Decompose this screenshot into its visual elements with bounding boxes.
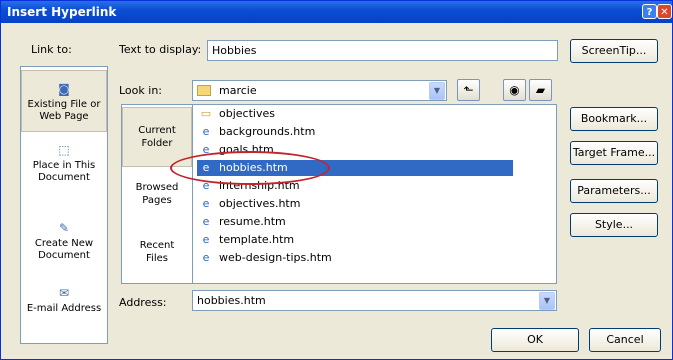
file-name: internship.htm	[219, 179, 300, 192]
parameters-button[interactable]: Parameters...	[570, 179, 658, 203]
look-in-value: marcie	[219, 84, 257, 97]
file-view-tabs: Current Folder Browsed Pages Recent File…	[121, 104, 192, 284]
folder-icon	[197, 85, 211, 96]
link-email-address-button[interactable]: ✉ E-mail Address	[21, 285, 107, 333]
link-email-address-label: E-mail Address	[26, 303, 102, 314]
look-in-label: Look in:	[119, 84, 162, 97]
htm-file-icon: e	[202, 161, 210, 174]
link-to-label: Link to:	[31, 43, 72, 56]
screentip-button[interactable]: ScreenTip...	[570, 39, 658, 63]
link-existing-file-button[interactable]: ◙ Existing File or Web Page	[21, 70, 107, 132]
title-bar: Insert Hyperlink ? ✕	[1, 1, 672, 23]
open-folder-icon: ▰	[535, 83, 546, 97]
file-name: backgrounds.htm	[219, 125, 316, 138]
list-item[interactable]: e web-design-tips.htm	[197, 250, 338, 266]
window-title: Insert Hyperlink	[7, 5, 117, 19]
ok-button[interactable]: OK	[491, 328, 579, 352]
browse-web-button[interactable]: ◉	[503, 79, 526, 101]
file-list: ▭ objectives e backgrounds.htm e goals.h…	[192, 104, 557, 284]
address-input[interactable]: hobbies.htm ▼	[192, 290, 557, 311]
tab-recent-files[interactable]: Recent Files	[122, 235, 192, 271]
document-place-icon: ⬚	[58, 143, 70, 157]
help-button[interactable]: ?	[642, 4, 657, 19]
up-folder-button[interactable]: ⬑	[457, 79, 480, 101]
up-folder-icon: ⬑	[463, 83, 474, 97]
insert-hyperlink-dialog: Insert Hyperlink ? ✕ Link to: ◙ Existing…	[0, 0, 673, 360]
tab-current-folder[interactable]: Current Folder	[122, 107, 192, 167]
address-value: hobbies.htm	[197, 294, 266, 307]
file-name: objectives.htm	[219, 197, 301, 210]
close-button[interactable]: ✕	[657, 4, 672, 19]
list-item[interactable]: e resume.htm	[197, 214, 292, 230]
list-item[interactable]: e internship.htm	[197, 178, 306, 194]
htm-file-icon: e	[202, 251, 210, 264]
target-frame-button[interactable]: Target Frame...	[570, 141, 658, 165]
chevron-down-icon: ▼	[539, 292, 555, 310]
htm-file-icon: e	[202, 197, 210, 210]
address-label: Address:	[119, 296, 167, 309]
file-name: hobbies.htm	[219, 161, 288, 174]
web-page-icon: ◙	[58, 82, 70, 96]
chevron-down-icon: ▼	[429, 82, 445, 100]
link-create-new-document-label: Create New Document	[34, 238, 94, 261]
link-to-bar: ◙ Existing File or Web Page ⬚ Place in T…	[20, 66, 108, 344]
cancel-button[interactable]: Cancel	[589, 328, 661, 352]
link-place-in-document-label: Place in This Document	[32, 160, 96, 183]
file-name: template.htm	[219, 233, 295, 246]
file-name: goals.htm	[219, 143, 274, 156]
text-to-display-label: Text to display:	[119, 43, 202, 56]
email-icon: ✉	[58, 286, 70, 300]
tab-browsed-pages[interactable]: Browsed Pages	[122, 177, 192, 213]
htm-file-icon: e	[202, 233, 210, 246]
htm-file-icon: e	[202, 215, 210, 228]
list-item[interactable]: e objectives.htm	[197, 196, 306, 212]
new-document-icon: ✎	[58, 221, 70, 235]
link-create-new-document-button[interactable]: ✎ Create New Document	[21, 220, 107, 270]
link-place-in-document-button[interactable]: ⬚ Place in This Document	[21, 142, 107, 192]
list-item[interactable]: e template.htm	[197, 232, 300, 248]
list-item-selected[interactable]: e hobbies.htm	[197, 160, 513, 176]
htm-file-icon: e	[202, 125, 210, 138]
list-item[interactable]: e goals.htm	[197, 142, 280, 158]
file-name: objectives	[219, 107, 275, 120]
text-to-display-input[interactable]: Hobbies	[207, 40, 558, 61]
list-item[interactable]: ▭ objectives	[197, 106, 281, 122]
htm-file-icon: e	[202, 143, 210, 156]
folder-icon: ▭	[200, 107, 212, 120]
browse-file-button[interactable]: ▰	[529, 79, 552, 101]
bookmark-button[interactable]: Bookmark...	[570, 107, 658, 131]
globe-search-icon: ◉	[509, 83, 520, 97]
htm-file-icon: e	[202, 179, 210, 192]
style-button[interactable]: Style...	[570, 213, 658, 237]
link-existing-file-label: Existing File or Web Page	[27, 99, 101, 122]
file-name: web-design-tips.htm	[219, 251, 332, 264]
file-name: resume.htm	[219, 215, 286, 228]
list-item[interactable]: e backgrounds.htm	[197, 124, 321, 140]
look-in-select[interactable]: marcie ▼	[192, 80, 447, 101]
